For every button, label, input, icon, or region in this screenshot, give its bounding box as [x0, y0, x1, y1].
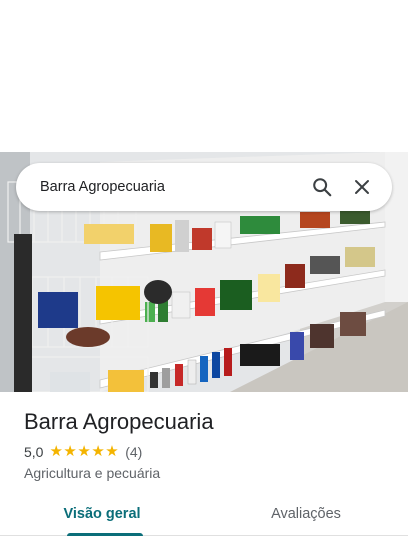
star-icon: ★ [63, 443, 77, 460]
place-tabs: Visão geral Avaliações [0, 492, 408, 536]
tab-reviews[interactable]: Avaliações [204, 492, 408, 535]
tab-overview[interactable]: Visão geral [0, 492, 204, 536]
tab-overview-label: Visão geral [63, 505, 141, 522]
place-title: Barra Agropecuaria [24, 409, 214, 434]
search-input[interactable]: Barra Agropecuaria [40, 179, 296, 195]
active-tab-indicator [67, 533, 143, 536]
search-bar[interactable]: Barra Agropecuaria [16, 163, 392, 211]
review-count[interactable]: (4) [125, 444, 142, 460]
star-icon: ★ [77, 443, 91, 460]
place-category: Agricultura e pecuária [24, 465, 161, 481]
star-icon: ★ [49, 443, 63, 460]
rating-value: 5,0 [24, 444, 44, 460]
close-icon[interactable] [348, 173, 376, 201]
tab-reviews-label: Avaliações [271, 505, 341, 522]
search-icon[interactable] [308, 173, 336, 201]
rating-stars: ★ ★ ★ ★ ★ [49, 444, 119, 460]
rating-row[interactable]: 5,0 ★ ★ ★ ★ ★ (4) [24, 444, 142, 461]
star-icon: ★ [91, 443, 105, 460]
star-icon: ★ [105, 443, 119, 460]
